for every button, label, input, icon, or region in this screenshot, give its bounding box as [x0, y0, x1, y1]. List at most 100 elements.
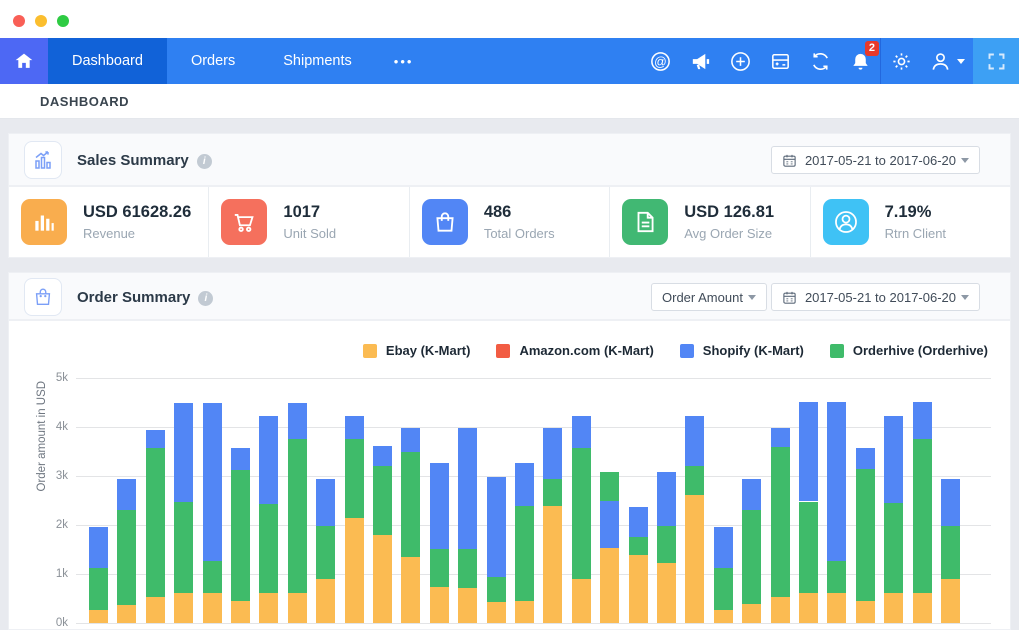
bar-segment-orderhive[interactable]	[259, 503, 279, 593]
kpi-card-avg-order-size[interactable]: USD 126.81 Avg Order Size	[609, 187, 809, 257]
bar-segment-shopify[interactable]	[571, 415, 591, 448]
bar-segment-orderhive[interactable]	[515, 505, 534, 601]
bar-segment-orderhive[interactable]	[373, 465, 392, 536]
bar-segment-ebay[interactable]	[89, 610, 108, 623]
bar-segment-ebay[interactable]	[316, 578, 336, 623]
kpi-card-rtrn-client[interactable]: 7.19% Rtrn Client	[809, 187, 1010, 257]
tab-shipments[interactable]: Shipments	[259, 38, 376, 84]
sync-icon[interactable]	[800, 38, 840, 84]
bar-segment-orderhive[interactable]	[231, 469, 250, 602]
bar-segment-shopify[interactable]	[657, 471, 676, 527]
bar-segment-ebay[interactable]	[543, 505, 563, 623]
kpi-card-revenue[interactable]: USD 61628.26 Revenue	[9, 187, 208, 257]
bar-segment-ebay[interactable]	[827, 592, 847, 623]
bar-segment-ebay[interactable]	[344, 518, 364, 623]
bar-segment-orderhive[interactable]	[486, 577, 506, 603]
bar-segment-ebay[interactable]	[401, 557, 421, 623]
calculator-icon[interactable]	[760, 38, 800, 84]
bar-segment-orderhive[interactable]	[941, 526, 960, 580]
bar-segment-orderhive[interactable]	[571, 447, 591, 579]
bar-segment-ebay[interactable]	[202, 592, 222, 623]
legend-item-ebay[interactable]: Ebay (K-Mart)	[362, 343, 470, 358]
bar-segment-shopify[interactable]	[543, 428, 563, 479]
bar-segment-shopify[interactable]	[827, 401, 847, 562]
bar-segment-shopify[interactable]	[89, 527, 108, 569]
bar-segment-ebay[interactable]	[884, 593, 904, 623]
bar-segment-shopify[interactable]	[344, 415, 364, 440]
bar-segment-ebay[interactable]	[259, 592, 279, 623]
info-icon[interactable]: i	[196, 154, 212, 169]
megaphone-icon[interactable]	[680, 38, 720, 84]
bar-segment-orderhive[interactable]	[174, 501, 194, 593]
bar-segment-ebay[interactable]	[628, 554, 648, 623]
more-tabs-button[interactable]: •••	[376, 38, 432, 84]
bar-segment-orderhive[interactable]	[855, 468, 875, 601]
bar-segment-shopify[interactable]	[941, 478, 960, 527]
bar-segment-shopify[interactable]	[486, 477, 506, 578]
bar-segment-ebay[interactable]	[657, 562, 676, 623]
kpi-card-total-orders[interactable]: 486 Total Orders	[408, 187, 609, 257]
bar-segment-shopify[interactable]	[685, 415, 705, 466]
legend-item-shopify[interactable]: Shopify (K-Mart)	[679, 343, 804, 358]
bar-segment-orderhive[interactable]	[713, 567, 733, 611]
bar-segment-shopify[interactable]	[259, 415, 279, 504]
bar-segment-ebay[interactable]	[145, 597, 165, 623]
bar-segment-ebay[interactable]	[117, 605, 137, 623]
legend-item-amazon[interactable]: Amazon.com (K-Mart)	[496, 343, 654, 358]
bar-segment-shopify[interactable]	[401, 428, 421, 452]
bar-segment-orderhive[interactable]	[202, 561, 222, 593]
kpi-card-unit-sold[interactable]: 1017 Unit Sold	[208, 187, 408, 257]
bar-segment-shopify[interactable]	[145, 429, 165, 448]
bar-segment-orderhive[interactable]	[117, 510, 137, 606]
plus-circle-icon[interactable]	[720, 38, 760, 84]
bar-segment-orderhive[interactable]	[742, 509, 762, 604]
bar-segment-orderhive[interactable]	[401, 451, 421, 558]
bar-segment-orderhive[interactable]	[429, 549, 449, 588]
bar-segment-shopify[interactable]	[429, 463, 449, 550]
fullscreen-button[interactable]	[973, 38, 1019, 84]
bar-segment-ebay[interactable]	[799, 592, 818, 623]
bar-segment-ebay[interactable]	[912, 593, 932, 623]
bar-segment-orderhive[interactable]	[657, 526, 676, 563]
at-circle-icon[interactable]: @	[640, 38, 680, 84]
bar-segment-shopify[interactable]	[799, 401, 818, 502]
bar-segment-orderhive[interactable]	[628, 537, 648, 555]
bar-segment-ebay[interactable]	[742, 603, 762, 623]
bar-segment-orderhive[interactable]	[827, 561, 847, 593]
bar-segment-orderhive[interactable]	[543, 478, 563, 506]
bar-segment-orderhive[interactable]	[884, 502, 904, 594]
bar-segment-ebay[interactable]	[600, 548, 620, 623]
bar-segment-orderhive[interactable]	[145, 447, 165, 598]
gear-icon[interactable]	[881, 38, 921, 84]
bar-segment-ebay[interactable]	[458, 587, 478, 623]
bar-segment-shopify[interactable]	[202, 402, 222, 562]
bar-segment-shopify[interactable]	[117, 479, 137, 511]
bar-segment-shopify[interactable]	[515, 463, 534, 506]
bar-segment-ebay[interactable]	[713, 610, 733, 623]
bar-segment-shopify[interactable]	[770, 428, 790, 447]
tab-dashboard[interactable]: Dashboard	[48, 38, 167, 84]
bar-segment-shopify[interactable]	[287, 402, 307, 440]
bar-segment-orderhive[interactable]	[316, 526, 336, 579]
bar-segment-ebay[interactable]	[429, 587, 449, 623]
bar-segment-shopify[interactable]	[855, 447, 875, 469]
order-date-range-picker[interactable]: 2017-05-21 to 2017-06-20	[770, 283, 980, 311]
bar-segment-orderhive[interactable]	[799, 501, 818, 593]
bar-segment-shopify[interactable]	[600, 501, 620, 549]
bar-segment-ebay[interactable]	[941, 579, 960, 623]
bar-segment-orderhive[interactable]	[344, 439, 364, 519]
bar-segment-shopify[interactable]	[912, 401, 932, 440]
bar-segment-shopify[interactable]	[373, 445, 392, 466]
bar-segment-shopify[interactable]	[231, 447, 250, 470]
legend-item-orderhive[interactable]: Orderhive (Orderhive)	[829, 343, 988, 358]
bar-segment-ebay[interactable]	[685, 494, 705, 623]
bar-segment-orderhive[interactable]	[685, 465, 705, 495]
metric-dropdown[interactable]: Order Amount	[651, 283, 767, 311]
bar-segment-shopify[interactable]	[628, 507, 648, 538]
home-button[interactable]	[0, 38, 48, 84]
bar-segment-orderhive[interactable]	[770, 446, 790, 597]
bar-segment-orderhive[interactable]	[912, 439, 932, 594]
bar-segment-shopify[interactable]	[458, 428, 478, 550]
bar-segment-ebay[interactable]	[571, 578, 591, 623]
bar-segment-orderhive[interactable]	[89, 568, 108, 611]
